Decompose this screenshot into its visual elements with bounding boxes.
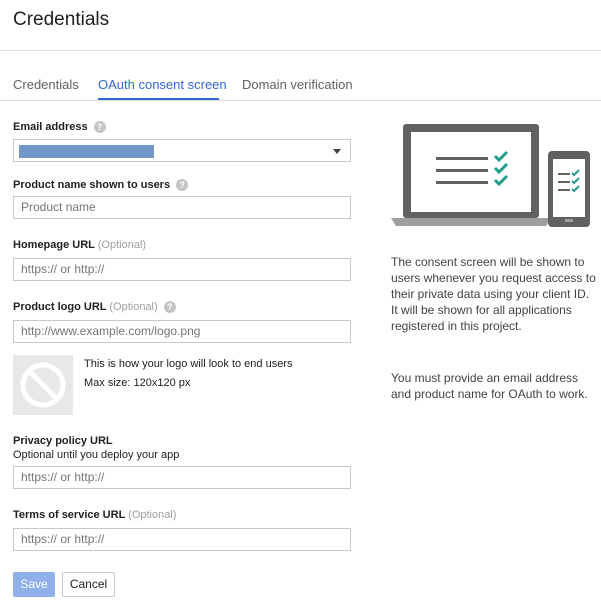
tab-credentials[interactable]: Credentials [13,77,79,100]
consent-illustration [391,122,591,227]
help-icon[interactable]: ? [176,179,189,192]
header-divider [0,50,601,51]
requirements-info-text: You must provide an email address and pr… [391,371,588,401]
email-select[interactable] [13,139,351,162]
logo-url-label: Product logo URL (Optional)? [13,301,176,314]
product-name-input[interactable]: Product name [13,196,351,219]
logo-size-hint: Max size: 120x120 px [84,377,191,389]
privacy-policy-label: Privacy policy URL [13,435,113,447]
logo-url-input[interactable]: http://www.example.com/logo.png [13,320,351,343]
no-image-icon [20,362,66,408]
terms-of-service-input[interactable]: https:// or http:// [13,528,351,551]
privacy-policy-input[interactable]: https:// or http:// [13,466,351,489]
email-label-text: Email address [13,121,88,133]
optional-tag: (Optional) [128,509,177,521]
logo-url-label-text: Product logo URL [13,301,107,313]
optional-tag: (Optional) [109,301,158,313]
product-name-label-text: Product name shown to users [13,179,171,191]
optional-tag: (Optional) [97,239,147,251]
homepage-url-input[interactable]: https:// or http:// [13,258,351,281]
homepage-label: Homepage URL (Optional) [13,239,146,251]
homepage-label-text: Homepage URL [13,239,95,251]
product-name-label: Product name shown to users? [13,179,189,192]
chevron-down-icon [333,149,341,154]
help-icon[interactable]: ? [93,121,106,134]
terms-label-text: Terms of service URL [13,509,126,521]
help-icon[interactable]: ? [163,301,176,314]
email-label: Email address? [13,121,106,134]
save-button[interactable]: Save [13,572,55,597]
tab-domain-verification[interactable]: Domain verification [242,77,353,100]
consent-info-text: The consent screen will be shown to user… [391,255,596,333]
terms-label: Terms of service URL (Optional) [13,509,176,521]
redacted-email-value [19,145,154,158]
tab-oauth-consent-screen[interactable]: OAuth consent screen [98,77,227,100]
cancel-button[interactable]: Cancel [62,572,115,597]
tab-bar: Credentials OAuth consent screen Domain … [0,77,601,101]
logo-hint-text: This is how your logo will look to end u… [84,358,293,370]
active-tab-indicator [98,98,219,100]
privacy-policy-sublabel: Optional until you deploy your app [13,449,180,461]
laptop-phone-icon [391,124,590,227]
logo-preview [13,355,73,415]
page-title: Credentials [13,9,110,30]
